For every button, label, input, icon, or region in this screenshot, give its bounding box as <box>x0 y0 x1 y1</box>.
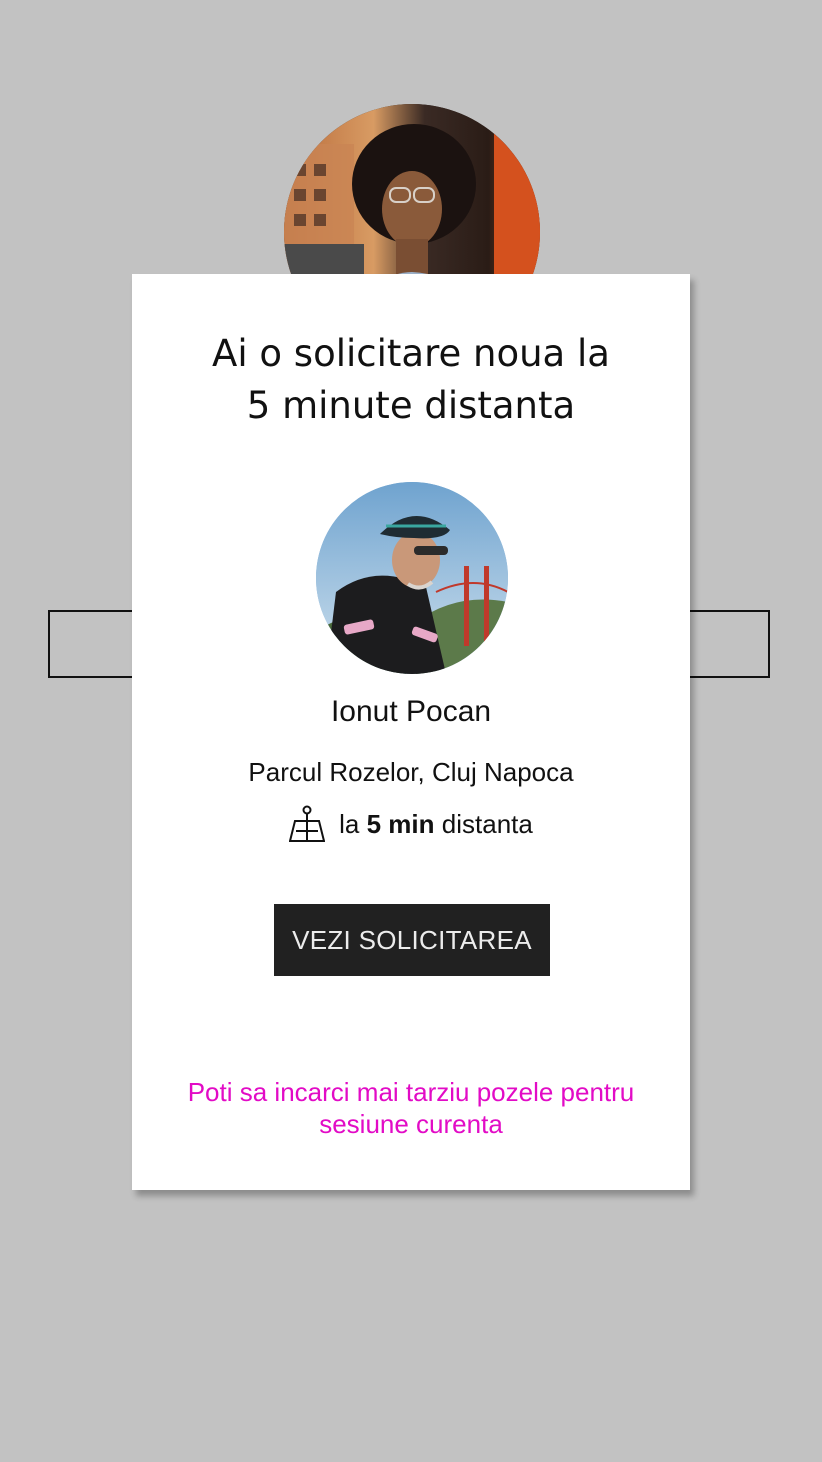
distance-info: la 5 min distanta <box>132 804 690 844</box>
dialog-title-line2: 5 minute distanta <box>246 384 576 427</box>
upload-photos-later-note: Poti sa incarci mai tarziu pozele pentru… <box>187 1077 635 1139</box>
distance-suffix: distanta <box>441 808 533 839</box>
requester-avatar <box>316 482 508 674</box>
distance-prefix: la <box>339 808 360 839</box>
requester-name: Ionut Pocan <box>330 695 492 728</box>
map-pin-icon <box>289 805 326 843</box>
requester-location: Parcul Rozelor, Cluj Napoca <box>248 757 574 787</box>
view-request-button[interactable]: VEZI SOLICITAREA <box>274 904 550 976</box>
dialog-title-line1: Ai o solicitare noua la <box>212 332 610 375</box>
new-request-dialog: Ai o solicitare noua la 5 minute distant… <box>132 274 690 1190</box>
dialog-title: Ai o solicitare noua la 5 minute distant… <box>152 328 670 432</box>
cyclist-avatar-photo <box>316 482 508 674</box>
distance-value: 5 min <box>366 808 435 839</box>
